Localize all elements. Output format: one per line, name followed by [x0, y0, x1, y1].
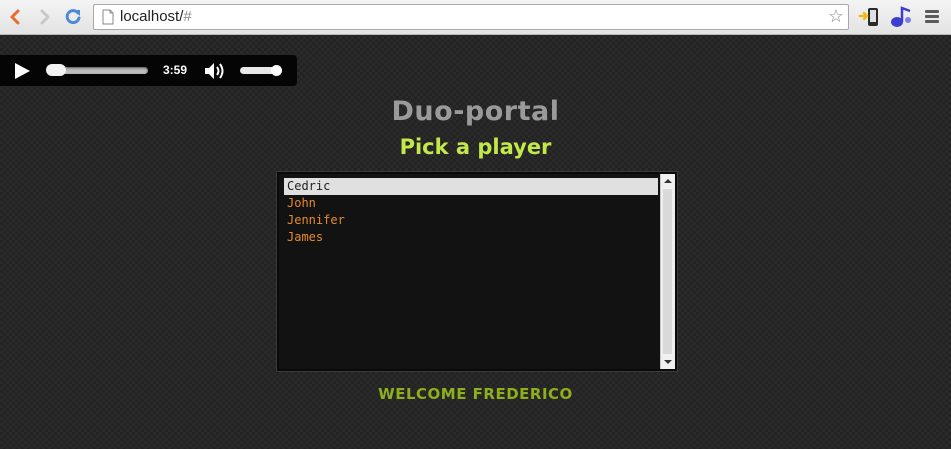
page-title: Duo-portal [391, 96, 560, 127]
scroll-down-arrow-icon [664, 360, 672, 364]
audio-player: 3:59 [0, 55, 297, 86]
volume-thumb[interactable] [271, 65, 282, 76]
back-arrow-icon [10, 9, 20, 25]
scroll-down-button[interactable] [661, 355, 675, 369]
scroll-up-arrow-icon [664, 179, 672, 183]
list-item-cedric[interactable]: Cedric [284, 178, 658, 195]
page-subtitle: Pick a player [399, 135, 552, 159]
reload-button[interactable] [62, 6, 84, 28]
player-listbox[interactable]: Cedric John Jennifer James [277, 172, 677, 371]
seek-thumb[interactable] [46, 64, 66, 76]
list-item-james[interactable]: James [284, 229, 658, 246]
back-button[interactable] [4, 6, 26, 28]
address-bar[interactable]: localhost/# ☆ [93, 4, 849, 30]
scroll-up-button[interactable] [661, 174, 675, 188]
listbox-scrollbar[interactable] [660, 174, 675, 369]
url-hash: # [183, 8, 192, 25]
phone-extension-icon[interactable] [858, 6, 880, 28]
page-icon [102, 9, 114, 25]
forward-arrow-icon [40, 9, 50, 25]
player-list: Cedric John Jennifer James [284, 178, 658, 246]
chrome-menu-icon[interactable] [925, 10, 939, 24]
time-display: 3:59 [163, 63, 188, 77]
volume-icon[interactable] [204, 61, 228, 81]
reload-icon [65, 9, 81, 25]
bookmark-star-icon[interactable]: ☆ [828, 7, 844, 27]
url-text: localhost/# [120, 8, 192, 25]
url-host: localhost/ [120, 8, 184, 25]
welcome-message: WELCOME FREDERICO [378, 385, 573, 403]
forward-button[interactable] [34, 6, 56, 28]
list-item-jennifer[interactable]: Jennifer [284, 212, 658, 229]
browser-toolbar: localhost/# ☆ [0, 0, 951, 35]
play-icon[interactable] [13, 62, 31, 80]
scroll-track[interactable] [663, 189, 672, 354]
music-note-extension-icon[interactable] [889, 5, 913, 29]
list-item-john[interactable]: John [284, 195, 658, 212]
